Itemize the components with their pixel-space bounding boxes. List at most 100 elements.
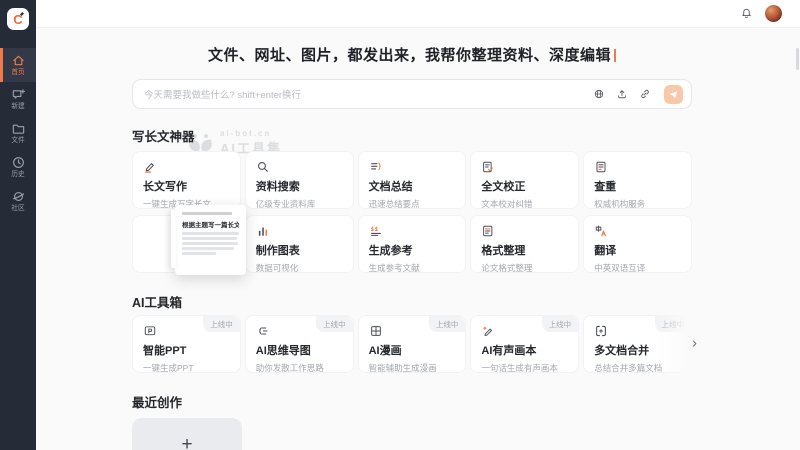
- card-title: 生成参考: [369, 242, 456, 258]
- top-header: [36, 0, 800, 28]
- hero-title-text: 文件、网址、图片，都发出来，我帮你整理资料、深度编辑: [208, 47, 611, 64]
- card-title: 智能PPT: [143, 342, 230, 358]
- pencil-icon: [143, 160, 230, 174]
- folder-icon: [11, 121, 26, 136]
- sidebar-item-label: 社区: [11, 205, 24, 213]
- sidebar-item-label: 文件: [11, 137, 24, 145]
- card-audio-book[interactable]: AI有声画本一句话生成有声画本 上线中: [470, 315, 579, 373]
- scrollbar-thumb[interactable]: [796, 48, 799, 70]
- carousel-next-button[interactable]: ›: [690, 334, 699, 353]
- toolbox-grid: 智能PPT一键生成PPT上线中AI思维导图助你发散工作思路上线中AI漫画智能辅助…: [132, 315, 692, 373]
- main-content: 文件、网址、图片，都发出来，我帮你整理资料、深度编辑 今天需要我做些什么? sh…: [36, 28, 800, 450]
- search-icon: [256, 160, 343, 174]
- card-description: 中英双语互译: [594, 262, 681, 273]
- history-icon: [11, 155, 26, 170]
- home-icon: [11, 53, 26, 68]
- card-description: 总结合并多篇文档: [594, 362, 681, 373]
- link-icon[interactable]: [639, 88, 651, 100]
- translate-icon: [594, 224, 681, 238]
- hero-title: 文件、网址、图片，都发出来，我帮你整理资料、深度编辑: [132, 46, 692, 66]
- upload-icon[interactable]: [616, 88, 628, 100]
- status-badge: 上线中: [429, 316, 466, 332]
- card-title: 格式整理: [481, 242, 568, 258]
- plus-icon: +: [181, 435, 192, 450]
- card-title: 制作图表: [256, 242, 343, 258]
- prompt-input-bar[interactable]: 今天需要我做些什么? shift+enter换行: [132, 79, 692, 109]
- card-long-writing[interactable]: 长文写作一键生成万字长文: [132, 151, 241, 209]
- status-badge: 上线中: [203, 316, 240, 332]
- card-description: 迅速总结要点: [369, 198, 456, 209]
- card-title: 查重: [594, 178, 681, 194]
- toolbox-carousel: 智能PPT一键生成PPT上线中AI思维导图助你发散工作思路上线中AI漫画智能辅助…: [132, 315, 692, 373]
- card-gen-reference[interactable]: 生成参考生成参考文献: [358, 215, 467, 273]
- card-proofread[interactable]: 全文校正文本校对纠错: [470, 151, 579, 209]
- prompt-placeholder: 今天需要我做些什么? shift+enter换行: [144, 87, 593, 101]
- sidebar-item-new[interactable]: 新建: [0, 82, 36, 116]
- section-title-writing: 写长文神器: [132, 126, 692, 145]
- globe-icon[interactable]: [593, 88, 605, 100]
- card-title: AI漫画: [369, 342, 456, 358]
- preview-title: 根据主题写一篇长文...: [182, 219, 239, 229]
- proofread-icon: [481, 160, 568, 174]
- card-description: 一句话生成有声画本: [481, 362, 568, 373]
- card-description: 助你发散工作思路: [256, 362, 343, 373]
- card-description: 亿级专业资料库: [256, 198, 343, 209]
- section-title-recent: 最近创作: [132, 392, 692, 411]
- sidebar-item-community[interactable]: 社区: [0, 184, 36, 218]
- send-button[interactable]: [664, 85, 683, 104]
- card-translate[interactable]: 翻译中英双语互译: [583, 215, 692, 273]
- card-title: 翻译: [594, 242, 681, 258]
- format-icon: [481, 224, 568, 238]
- doc-preview-popup: 根据主题写一篇长文...: [175, 205, 246, 275]
- status-badge: 上线中: [316, 316, 353, 332]
- user-avatar[interactable]: [765, 5, 782, 22]
- sidebar: C 首页新建文件历史社区: [0, 0, 36, 450]
- summary-icon: [369, 160, 456, 174]
- status-badge: 上线中: [655, 316, 692, 332]
- sidebar-item-history[interactable]: 历史: [0, 150, 36, 184]
- card-comic[interactable]: AI漫画智能辅助生成漫画 上线中: [358, 315, 467, 373]
- content-column: 文件、网址、图片，都发出来，我帮你整理资料、深度编辑 今天需要我做些什么? sh…: [132, 46, 692, 450]
- card-title: 文档总结: [369, 178, 456, 194]
- card-doc-merge[interactable]: 多文档合并总结合并多篇文档 上线中: [583, 315, 692, 373]
- composer-actions: [593, 85, 683, 104]
- card-description: 数据可视化: [256, 262, 343, 273]
- card-description: 权威机构服务: [594, 198, 681, 209]
- card-mindmap[interactable]: AI思维导图助你发散工作思路 上线中: [245, 315, 354, 373]
- card-description: 论文格式整理: [481, 262, 568, 273]
- sidebar-nav: 首页新建文件历史社区: [0, 48, 36, 218]
- sidebar-item-home[interactable]: 首页: [0, 48, 36, 82]
- card-title: 全文校正: [481, 178, 568, 194]
- card-title: 资料搜索: [256, 178, 343, 194]
- duplicate-check-icon: [594, 160, 681, 174]
- preview-meta-line: [182, 212, 232, 215]
- card-make-chart[interactable]: 制作图表数据可视化: [245, 215, 354, 273]
- card-smart-ppt[interactable]: 智能PPT 一键生成PPT 上线中: [132, 315, 241, 373]
- card-title: 多文档合并: [594, 342, 681, 358]
- sidebar-item-files[interactable]: 文件: [0, 116, 36, 150]
- card-description: 一键生成PPT: [143, 362, 230, 373]
- card-doc-preview[interactable]: 根据主题写一篇长文...: [132, 215, 241, 273]
- card-duplicate-check[interactable]: 查重权威机构服务: [583, 151, 692, 209]
- card-material-search[interactable]: 资料搜索亿级专业资料库: [245, 151, 354, 209]
- card-title: AI思维导图: [256, 342, 343, 358]
- app-logo[interactable]: C: [7, 8, 29, 30]
- chart-icon: [256, 224, 343, 238]
- status-badge: 上线中: [542, 316, 579, 332]
- writing-tools-grid: 长文写作一键生成万字长文资料搜索亿级专业资料库文档总结迅速总结要点全文校正文本校…: [132, 151, 692, 273]
- new-creation-card[interactable]: +: [132, 418, 242, 450]
- typing-cursor-icon: [614, 49, 616, 62]
- reference-icon: [369, 224, 456, 238]
- card-description: 智能辅助生成漫画: [369, 362, 456, 373]
- sidebar-item-label: 历史: [11, 171, 24, 179]
- card-doc-summary[interactable]: 文档总结迅速总结要点: [358, 151, 467, 209]
- sidebar-item-label: 首页: [11, 69, 24, 77]
- card-description: 生成参考文献: [369, 262, 456, 273]
- sidebar-item-label: 新建: [11, 103, 24, 111]
- community-icon: [11, 189, 26, 204]
- notification-bell-icon[interactable]: [740, 7, 753, 20]
- new-chat-icon: [11, 87, 26, 102]
- card-title: AI有声画本: [481, 342, 568, 358]
- section-title-toolbox: AI工具箱: [132, 292, 692, 311]
- card-format-tidy[interactable]: 格式整理论文格式整理: [470, 215, 579, 273]
